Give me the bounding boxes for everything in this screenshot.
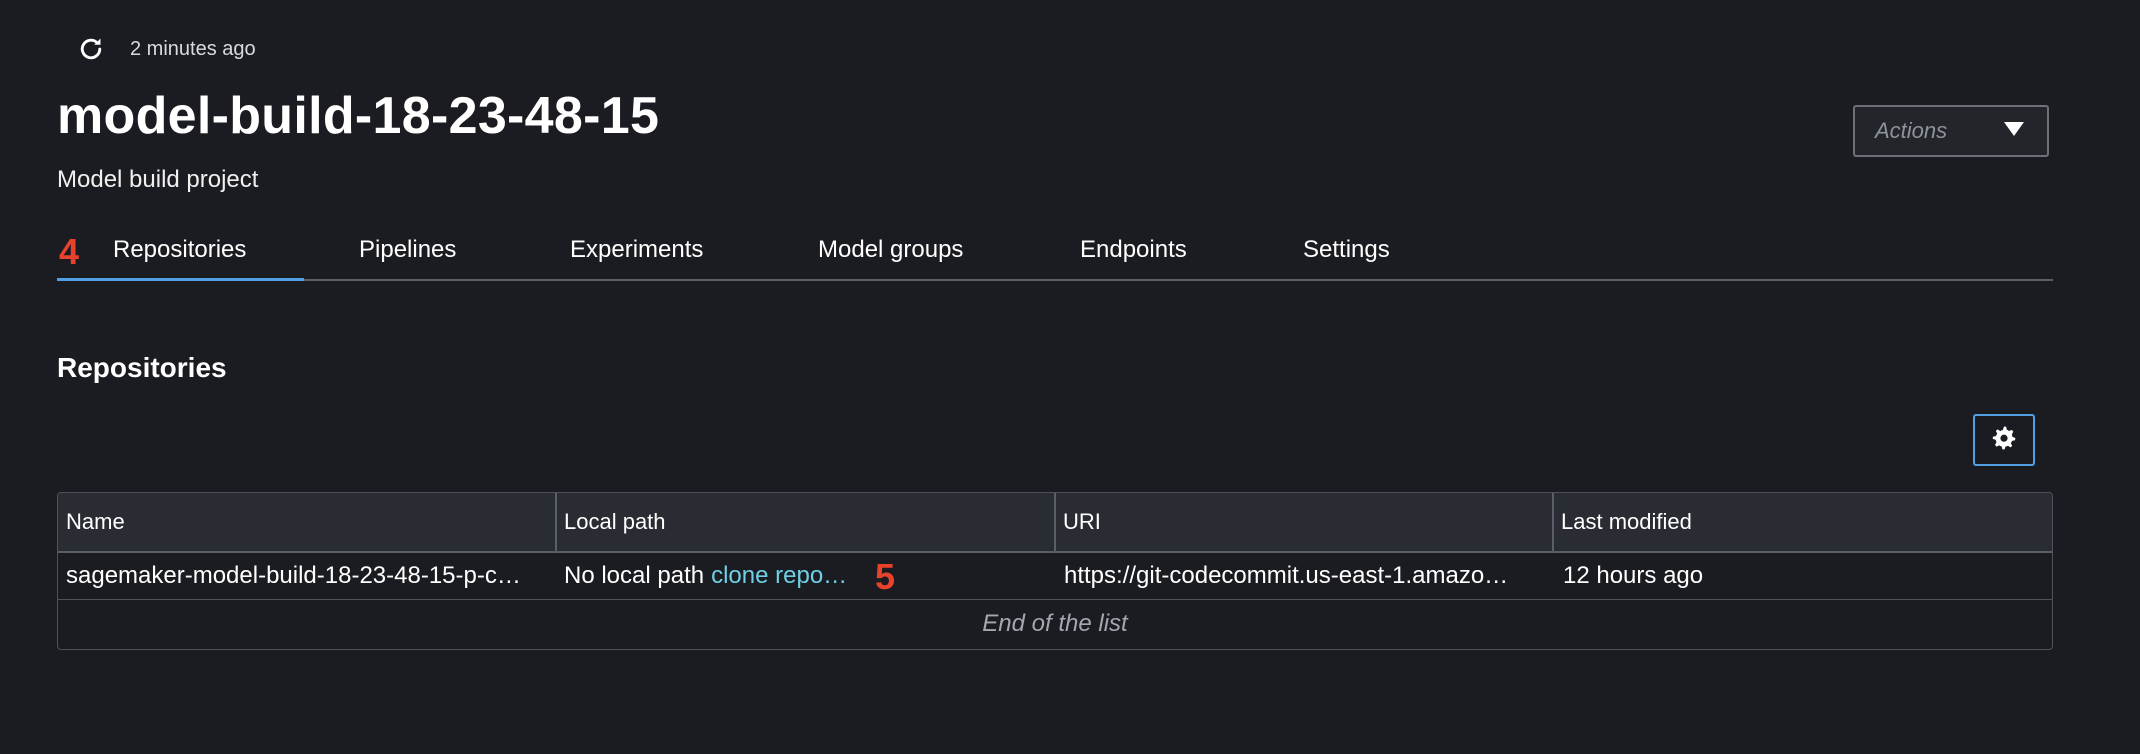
- column-header-last-modified: Last modified: [1561, 509, 1692, 534]
- active-tab-indicator: [57, 278, 304, 281]
- table-preferences-button[interactable]: [1973, 414, 2035, 466]
- annotation-marker-5: 5: [875, 556, 896, 597]
- page-title: model-build-18-23-48-15: [57, 87, 660, 145]
- tab-endpoints[interactable]: Endpoints: [1080, 236, 1187, 264]
- local-path-text: No local path: [564, 562, 705, 589]
- annotation-marker-4: 4: [59, 231, 80, 272]
- refresh-icon[interactable]: [74, 32, 108, 66]
- actions-dropdown[interactable]: Actions: [1853, 105, 2049, 157]
- repositories-table: Name Local path URI Last modified sagema…: [57, 492, 2053, 650]
- tab-model-groups[interactable]: Model groups: [818, 236, 963, 264]
- page-subtitle: Model build project: [57, 166, 259, 193]
- column-divider[interactable]: [1054, 493, 1056, 551]
- column-header-uri: URI: [1063, 509, 1101, 534]
- gear-icon: [1991, 425, 2017, 456]
- tab-experiments[interactable]: Experiments: [570, 236, 703, 264]
- table-row: sagemaker-model-build-18-23-48-15-p-c… N…: [58, 553, 2052, 600]
- caret-down-icon: [2003, 120, 2025, 143]
- local-path-cell: No local path clone repo…: [556, 553, 876, 599]
- actions-label: Actions: [1875, 118, 1948, 143]
- project-page: 2 minutes ago model-build-18-23-48-15 Mo…: [0, 0, 2140, 754]
- column-divider[interactable]: [555, 493, 557, 551]
- refresh-row: 2 minutes ago: [74, 32, 256, 66]
- tab-bar: 4 Repositories Pipelines Experiments Mod…: [57, 230, 2053, 281]
- column-divider[interactable]: [1552, 493, 1554, 551]
- refresh-timestamp: 2 minutes ago: [130, 37, 256, 60]
- repo-uri: https://git-codecommit.us-east-1.amazo…: [1064, 562, 1509, 589]
- section-title: Repositories: [57, 352, 227, 383]
- tab-repositories[interactable]: Repositories: [113, 236, 246, 264]
- tab-pipelines[interactable]: Pipelines: [359, 236, 456, 264]
- column-header-local-path: Local path: [564, 509, 666, 534]
- clone-repo-link[interactable]: clone repo…: [711, 562, 847, 590]
- column-header-name: Name: [66, 509, 125, 534]
- repo-last-modified: 12 hours ago: [1563, 562, 1704, 589]
- repo-name: sagemaker-model-build-18-23-48-15-p-c…: [66, 562, 521, 589]
- tab-settings[interactable]: Settings: [1303, 236, 1390, 264]
- end-of-list-text: End of the list: [982, 610, 1128, 637]
